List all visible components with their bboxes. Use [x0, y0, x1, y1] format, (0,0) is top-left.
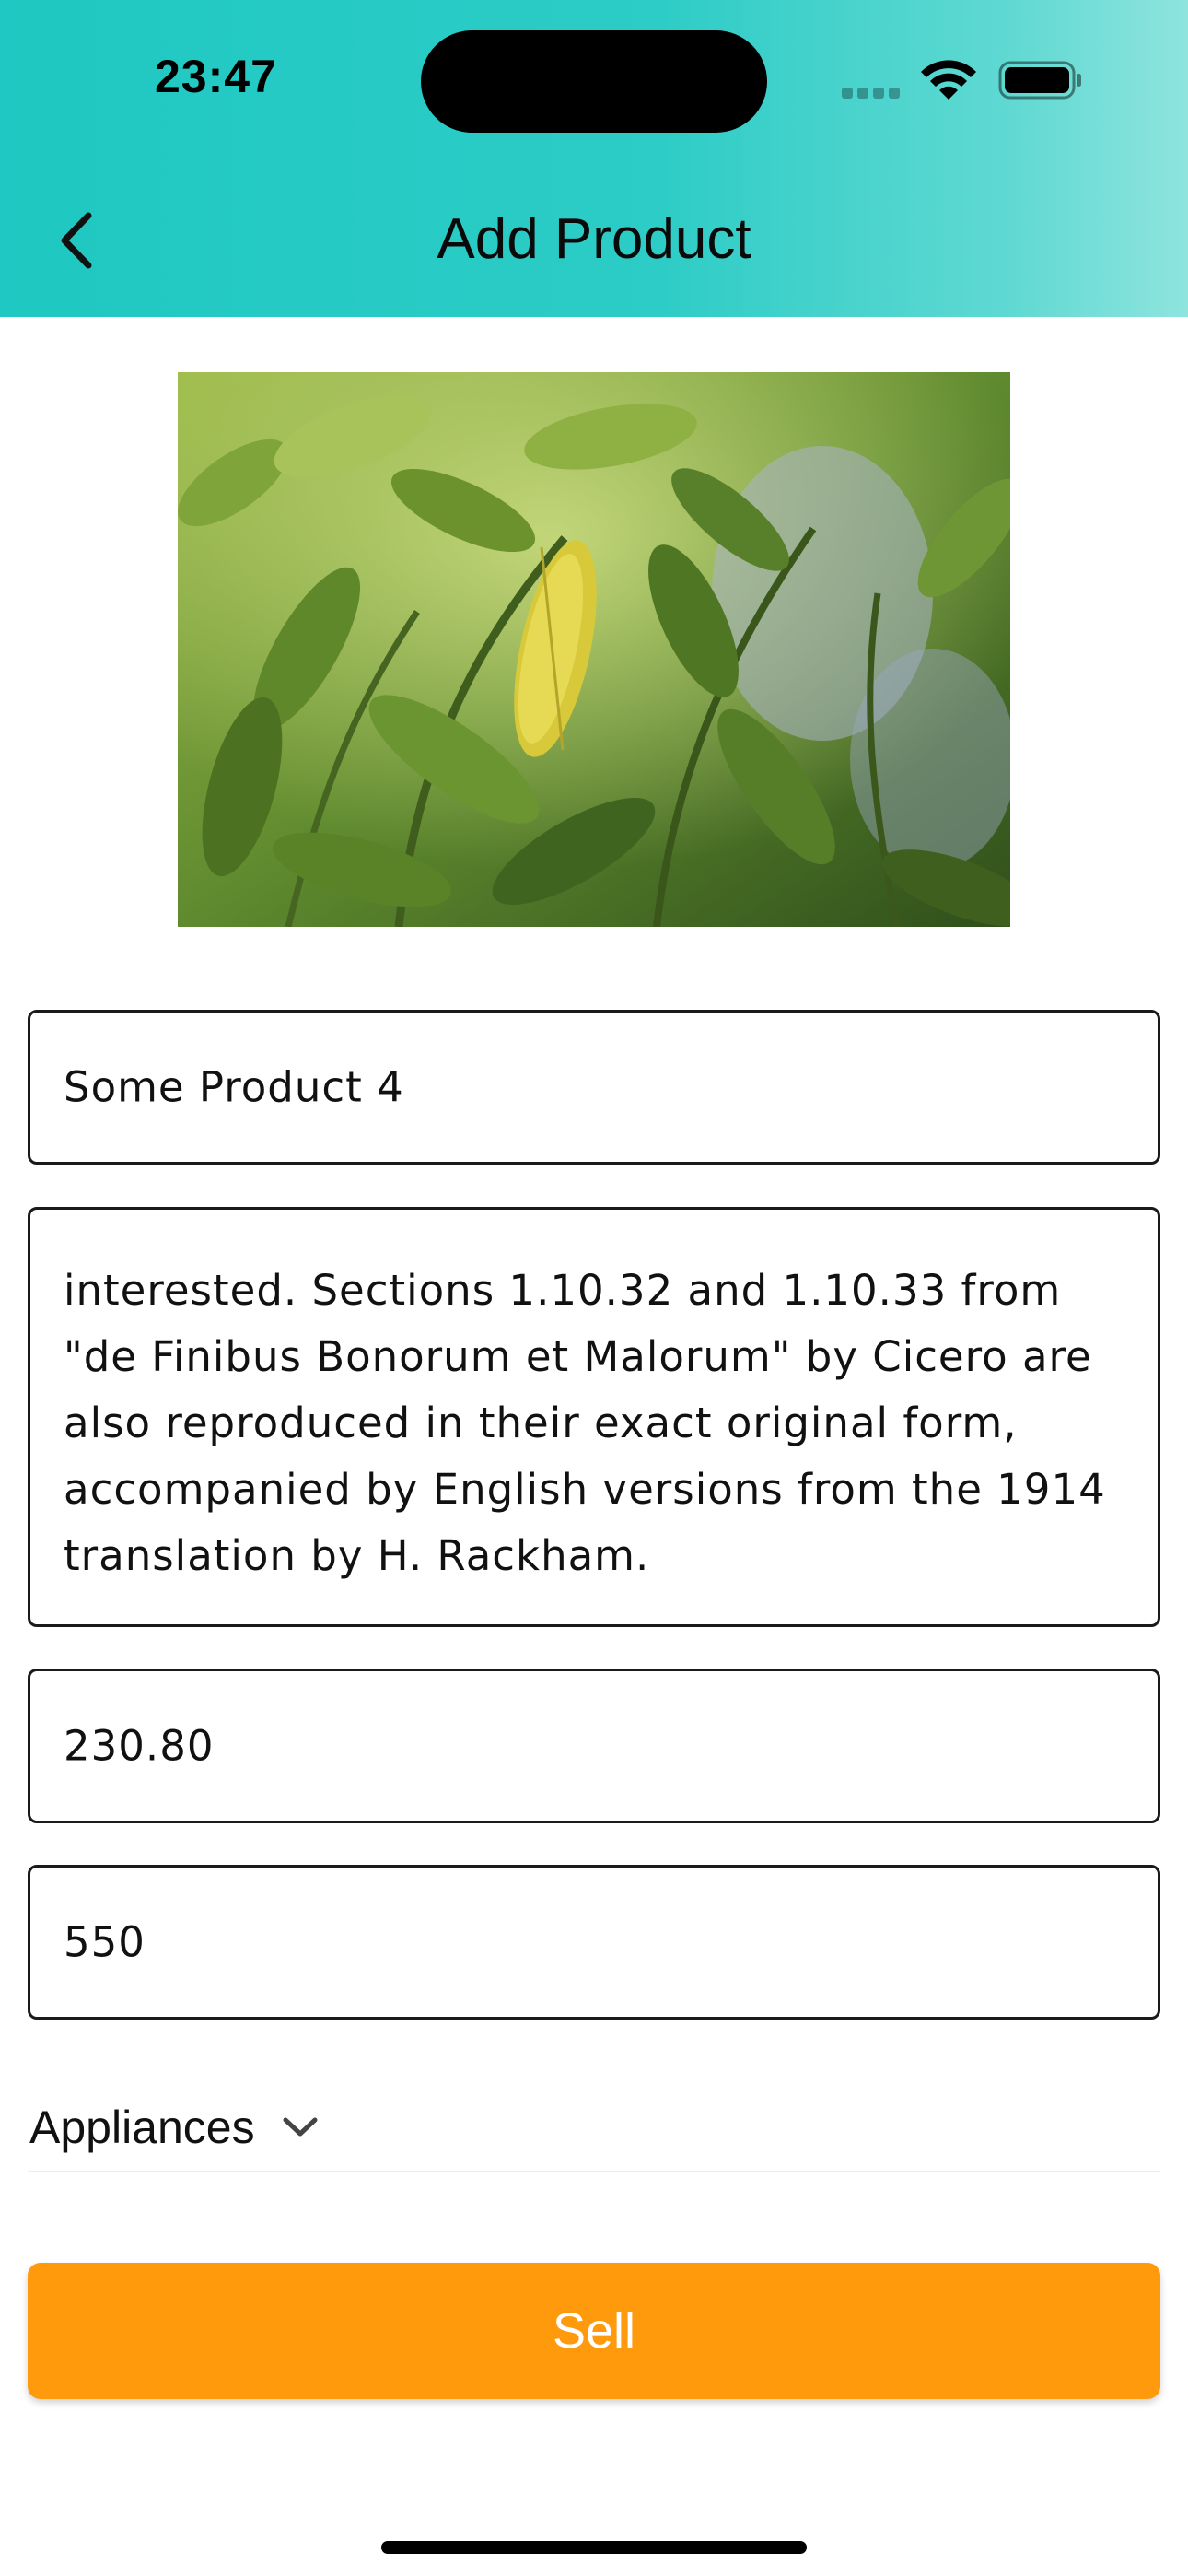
product-description-field[interactable]: interested. Sections 1.10.32 and 1.10.33…: [28, 1207, 1160, 1627]
status-time: 23:47: [155, 51, 277, 102]
battery-icon: [998, 61, 1081, 100]
cellular-signal-icon: [842, 87, 904, 100]
product-name-value: Some Product 4: [64, 1062, 404, 1112]
product-quantity-field[interactable]: 550: [28, 1865, 1160, 2020]
product-price-value: 230.80: [64, 1721, 215, 1771]
category-dropdown[interactable]: Appliances: [28, 2086, 1160, 2172]
home-indicator[interactable]: [381, 2541, 807, 2554]
app-header: 23:47 Add Product: [0, 0, 1188, 317]
sell-button[interactable]: Sell: [28, 2263, 1160, 2399]
product-description-value: interested. Sections 1.10.32 and 1.10.33…: [64, 1266, 1106, 1580]
product-name-field[interactable]: Some Product 4: [28, 1010, 1160, 1165]
product-price-field[interactable]: 230.80: [28, 1669, 1160, 1823]
add-product-screen: 23:47 Add Product Some Product 4 interes…: [0, 0, 1188, 2576]
category-selected-value: Appliances: [29, 2102, 255, 2153]
product-quantity-value: 550: [64, 1917, 146, 1967]
product-image[interactable]: [178, 372, 1010, 927]
page-title: Add Product: [437, 207, 751, 271]
chevron-down-icon: [283, 2117, 318, 2137]
wifi-icon: [921, 60, 976, 100]
dynamic-island: [421, 30, 767, 133]
